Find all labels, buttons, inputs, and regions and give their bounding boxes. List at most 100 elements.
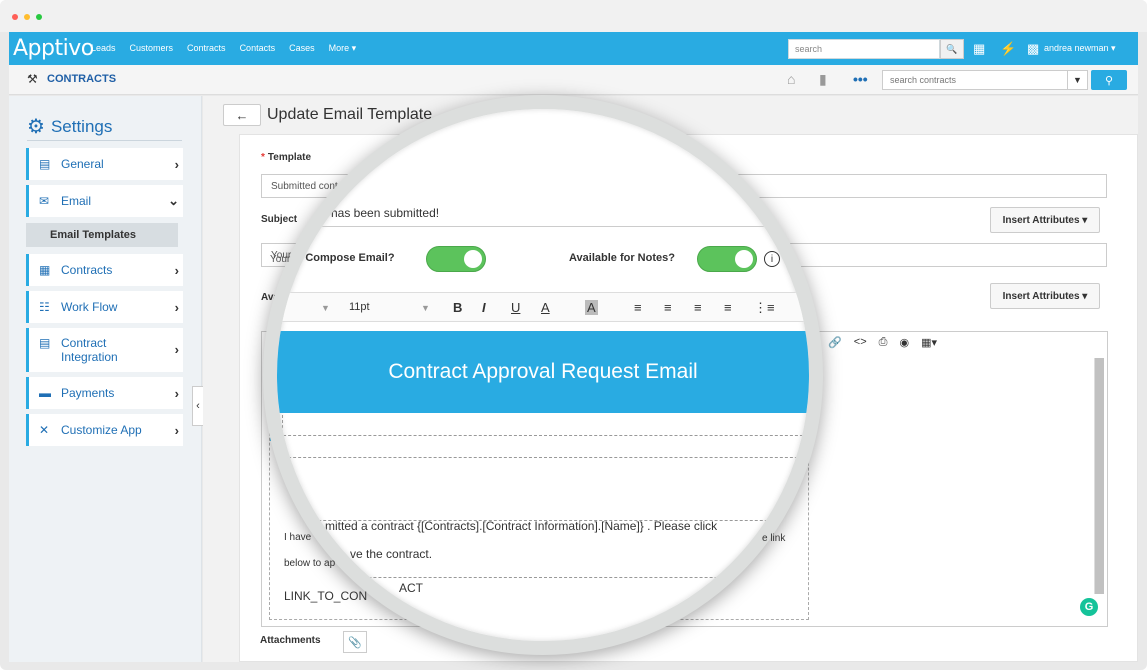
editor-scrollbar[interactable] [1094,358,1104,594]
info-icon[interactable]: i [764,251,780,267]
settings-label: Settings [50,116,113,136]
nav-link-contacts[interactable]: Contacts [240,43,276,54]
sidebar-item-payments[interactable]: ▬ Payments › [26,377,183,409]
italic-icon[interactable]: I [482,300,486,315]
body-line3-left: below to ap [284,558,336,569]
chevron-right-icon: › [174,342,179,357]
email-header-magnified: Contract Approval Request Email [277,331,809,413]
preview-icon[interactable]: ◉ [899,336,909,349]
apptivo-logo[interactable]: Apptivo [13,36,94,61]
user-icon[interactable]: ▩ [1027,41,1039,57]
workflow-icon: ☷ [39,300,50,314]
justify-icon[interactable]: ≡ [724,300,732,315]
global-search-input[interactable]: search [788,39,940,59]
bold-icon[interactable]: B [453,300,462,315]
search-filter-dropdown[interactable]: ▼ [1067,70,1088,90]
more-dots-icon[interactable]: ••• [853,71,868,87]
home-icon[interactable]: ⌂ [787,71,795,87]
sidebar-item-email[interactable]: ✉ Email ⌄ [26,185,183,217]
code-icon[interactable]: <> [854,336,867,349]
sidebar-item-label: Contract Integration [61,336,118,364]
sidebar-item-contracts[interactable]: ▦ Contracts › [26,254,183,286]
notes-label: Available for Notes? [569,252,675,264]
sidebar-item-customize-app[interactable]: ✕ Customize App › [26,414,183,446]
magnified-region: has been submitted! r Compose Email? Ava… [277,109,809,641]
print-icon[interactable]: ⎙ [879,336,888,349]
your-label-left: Your [270,254,291,265]
grammarly-icon[interactable]: G [1080,598,1098,616]
body-line1-left: I have [284,532,312,543]
global-search-button[interactable]: 🔍 [940,39,964,59]
toggle-knob [464,250,482,268]
dashed-divider [277,577,809,578]
chevron-right-icon: › [174,262,179,278]
editor-toolbar-right: 🔗 <> ⎙ ◉ ▦▾ [828,336,937,349]
sidebar-item-label: Customize App [61,423,142,437]
font-size-dropdown[interactable]: 11pt [349,301,370,313]
calendar-icon[interactable]: ▦ [973,41,985,57]
dashed-divider [277,435,809,436]
back-button[interactable]: ← [223,104,261,126]
contracts-search-button[interactable]: ⚲ [1091,70,1127,90]
card-icon: ▬ [39,386,51,400]
font-size-arrow-icon[interactable]: ▼ [421,303,430,313]
chevron-right-icon: › [174,422,179,438]
chevron-right-icon: › [174,299,179,315]
sidebar-item-contract-integration[interactable]: ▤ Contract Integration › [26,328,183,372]
nav-link-more[interactable]: More ▾ [329,43,357,54]
insert-attributes-body-button[interactable]: Insert Attributes ▾ [990,283,1100,309]
app-name[interactable]: CONTRACTS [47,73,116,85]
sidebar-item-label: Payments [61,386,115,400]
sidebar-item-general[interactable]: ▤ General › [26,148,183,180]
align-center-icon[interactable]: ≡ [664,300,672,315]
chart-icon[interactable]: ▮ [819,71,827,88]
contracts-search-input[interactable]: search contracts [882,70,1083,90]
editor-toolbar: ▼ 11pt ▼ B I U A A ≡ ≡ ≡ ≡ ⋮≡ [277,292,809,322]
notes-toggle[interactable] [697,246,757,272]
nav-link-leads[interactable]: Leads [91,43,116,54]
link-icon[interactable]: 🔗 [828,336,842,349]
compose-email-label: r Compose Email? [298,252,395,264]
list-icon[interactable]: ⋮≡ [754,300,775,316]
background-color-icon[interactable]: A [585,300,598,315]
chevron-down-icon: ⌄ [168,193,179,208]
sidebar-item-label: Contracts [61,263,113,277]
nav-link-cases[interactable]: Cases [289,43,315,54]
window-titlebar [0,0,1147,32]
notification-icon[interactable]: ⚡ [1000,41,1016,57]
body-line2-magnified: ve the contract. [350,547,433,561]
font-family-dropdown-arrow[interactable]: ▼ [321,303,330,313]
chevron-right-icon: › [174,156,179,172]
align-left-icon[interactable]: ≡ [634,300,642,315]
sidebar-item-workflow[interactable]: ☷ Work Flow › [26,291,183,323]
text-color-icon[interactable]: A [541,300,550,315]
sidebar-subitem-email-templates[interactable]: Email Templates [26,223,178,247]
nav-link-customers[interactable]: Customers [130,43,174,54]
align-right-icon[interactable]: ≡ [694,300,702,315]
user-menu[interactable]: andrea newman ▾ [1044,43,1116,54]
envelope-icon: ✉ [39,194,50,208]
maximize-window-dot[interactable] [36,14,42,20]
body-line1-right: e link [762,533,786,544]
underline-icon[interactable]: U [511,300,520,315]
compose-email-toggle[interactable] [426,246,486,272]
table-icon[interactable]: ▦▾ [921,336,937,349]
dashed-divider [282,415,283,641]
sidebar-item-label: Email [61,194,92,208]
toggle-knob [735,250,753,268]
chevron-right-icon: › [174,385,179,401]
close-window-dot[interactable] [12,14,18,20]
sidebar-item-label: General [61,157,104,171]
minimize-window-dot[interactable] [24,14,30,20]
nav-link-contracts[interactable]: Contracts [187,43,226,54]
magnifier-lens: has been submitted! r Compose Email? Ava… [263,95,823,655]
subject-value-magnified: has been submitted! [331,206,440,220]
dashed-divider [277,457,809,458]
top-navigation: Apptivo Leads Customers Contracts Contac… [9,32,1138,65]
insert-attributes-subject-button[interactable]: Insert Attributes ▾ [990,207,1100,233]
app-subbar: ⚒ CONTRACTS ⌂ ▮ ••• search contracts ▼ ⚲ [9,65,1138,95]
integration-icon: ▤ [39,336,51,350]
nav-links: Leads Customers Contracts Contacts Cases… [91,43,370,54]
search-icon: ⚲ [1104,74,1114,87]
settings-title: ⚙ Settings [27,114,112,139]
